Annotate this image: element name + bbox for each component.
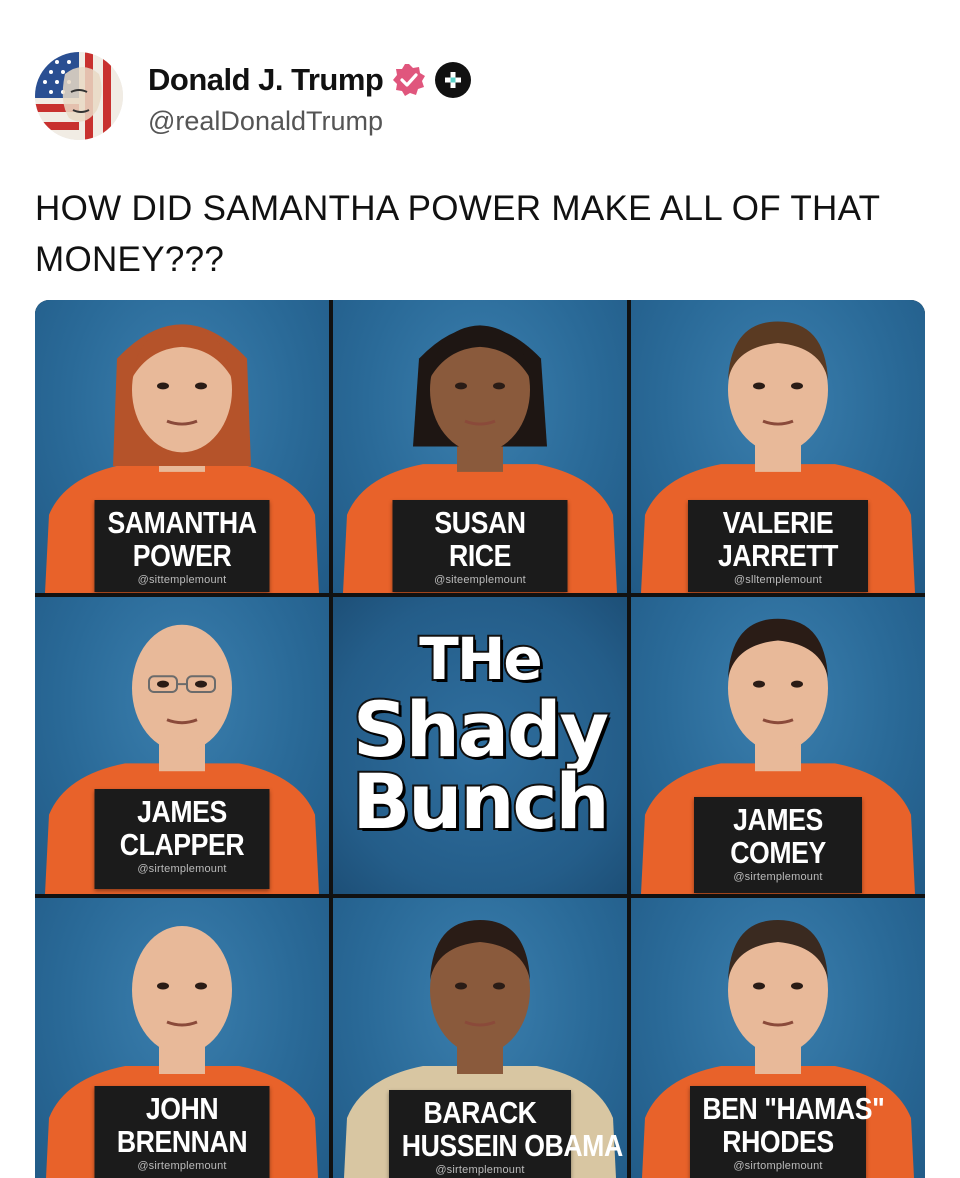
sign-name-line1: BEN "HAMAS" (702, 1091, 885, 1126)
sign-name-line2: COMEY (730, 835, 826, 870)
sign-name-line1: JAMES (733, 802, 823, 837)
avatar-flag-portrait (35, 52, 123, 140)
mugshot-cell: JAMES CLAPPER @sirtemplemount (35, 597, 329, 894)
name-sign: JOHN BRENNAN @sirtemplemount (94, 1086, 270, 1178)
sign-name-line1: VALERIE (722, 505, 834, 540)
author-avatar[interactable] (35, 52, 123, 140)
sign-watermark: @slltemplemount (733, 574, 823, 586)
verified-badge-icon (391, 62, 427, 98)
sign-name-line1: JAMES (137, 794, 227, 829)
mugshot-cell: SAMANTHA POWER @sittemplemount (35, 300, 329, 593)
mugshot-cell: VALERIE JARRETT @slltemplemount (631, 300, 925, 593)
sign-name-line2: RICE (448, 538, 511, 573)
sign-name-line2: CLAPPER (119, 827, 245, 862)
show-logo: THe Shady Bunch (333, 597, 627, 894)
author-name-row: Donald J. Trump (148, 60, 472, 100)
post-image[interactable]: SAMANTHA POWER @sittemplemount SUSAN RIC… (35, 300, 925, 1178)
sign-name-line2: BRENNAN (116, 1124, 248, 1159)
logo-line-3: Bunch (350, 755, 611, 848)
name-sign: JAMES CLAPPER @sirtemplemount (94, 789, 270, 889)
post-text: HOW DID SAMANTHA POWER MAKE ALL OF THAT … (35, 189, 880, 279)
sign-name-line2: POWER (132, 538, 232, 573)
sign-name-line1: SUSAN (434, 505, 526, 540)
sign-name-line1: BARACK (423, 1095, 537, 1130)
sign-name-line2: HUSSEIN OBAMA (401, 1128, 623, 1163)
sign-name-line1: SAMANTHA (107, 505, 257, 540)
mugshot-cell: JOHN BRENNAN @sirtemplemount (35, 898, 329, 1178)
mugshot-cell: BARACK HUSSEIN OBAMA @sirtemplemount (333, 898, 627, 1178)
logo-line-1: THe (417, 623, 544, 695)
sign-watermark: @siteemplemount (434, 574, 526, 586)
name-sign: BEN "HAMAS" RHODES @sirtomplemount (690, 1086, 885, 1178)
author-handle[interactable]: @realDonaldTrump (148, 106, 383, 137)
name-sign: JAMES COMEY @sirtemplemount (694, 797, 862, 893)
name-sign: BARACK HUSSEIN OBAMA @sirtemplemount (389, 1090, 623, 1178)
mugshot-cell: SUSAN RICE @siteemplemount (333, 300, 627, 593)
sign-watermark: @sirtemplemount (137, 1160, 227, 1172)
post-header: Donald J. Trump @realDonaldTrump (35, 52, 925, 142)
mugshot-cell: BEN "HAMAS" RHODES @sirtomplemount (631, 898, 925, 1178)
sign-watermark: @sirtemplemount (733, 871, 823, 883)
sign-name-line2: RHODES (722, 1124, 834, 1159)
mugshot-grid: SAMANTHA POWER @sittemplemount SUSAN RIC… (35, 300, 925, 1178)
sign-name-line2: JARRETT (718, 538, 838, 573)
sign-name-line1: JOHN (145, 1091, 219, 1126)
name-sign: SUSAN RICE @siteemplemount (392, 500, 568, 592)
sign-watermark: @sirtemplemount (137, 863, 227, 875)
name-sign: VALERIE JARRETT @slltemplemount (688, 500, 868, 592)
plus-badge-icon (435, 62, 472, 98)
show-logo-cell: THe Shady Bunch (333, 597, 627, 894)
mugshot-cell: JAMES COMEY @sirtemplemount (631, 597, 925, 894)
sign-watermark: @sirtemplemount (435, 1164, 525, 1176)
sign-watermark: @sirtomplemount (733, 1160, 823, 1172)
sign-watermark: @sittemplemount (137, 574, 227, 586)
name-sign: SAMANTHA POWER @sittemplemount (94, 500, 270, 592)
author-display-name[interactable]: Donald J. Trump (148, 62, 384, 98)
